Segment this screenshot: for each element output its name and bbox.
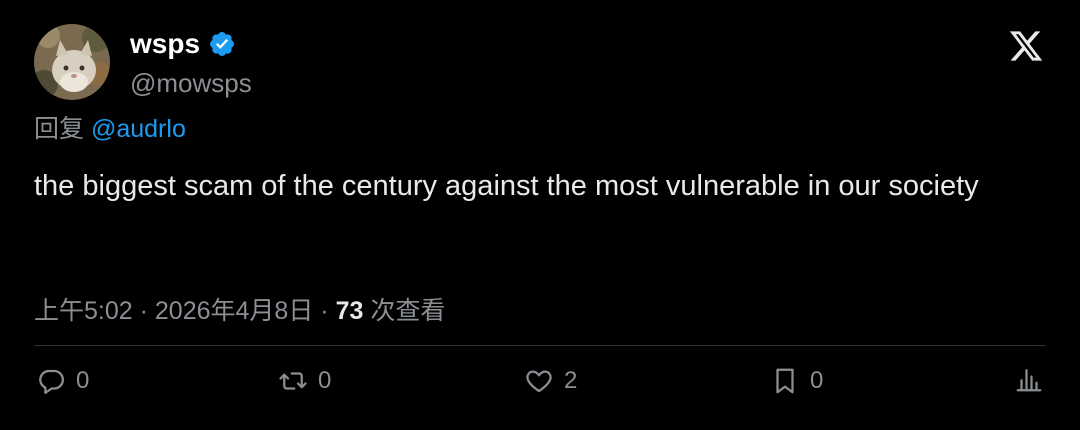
author-name-row[interactable]: wsps [130, 26, 236, 62]
repost-count: 0 [318, 367, 332, 394]
cat-avatar-image [34, 24, 110, 100]
reply-icon [39, 369, 64, 394]
meta-separator: · [139, 297, 148, 325]
views-count: 73 [335, 297, 364, 325]
analytics-icon [1016, 369, 1042, 392]
tweet-meta: 上午5:02 · 2026年4月8日 · 73 次查看 [34, 294, 445, 328]
views-label: 次查看 [370, 297, 446, 325]
tweet-time[interactable]: 上午5:02 [34, 297, 133, 325]
bookmark-icon [776, 368, 794, 394]
repost-button[interactable]: 0 [278, 364, 331, 398]
tweet-text: the biggest scam of the century against … [34, 170, 979, 202]
like-count: 2 [564, 367, 578, 394]
bookmark-button[interactable]: 0 [770, 364, 823, 398]
analytics-button[interactable] [1014, 364, 1044, 394]
divider [34, 345, 1046, 346]
reply-prefix: 回复 [34, 115, 85, 143]
reply-mention-link[interactable]: @audrlo [91, 115, 186, 143]
like-button[interactable]: 2 [524, 364, 577, 398]
verified-badge-icon [210, 32, 234, 56]
x-logo-icon[interactable] [1008, 28, 1044, 64]
meta-separator: · [320, 297, 329, 325]
heart-icon [526, 370, 552, 393]
author-handle[interactable]: @mowsps [130, 66, 252, 100]
reply-to-line: 回复 @audrlo [34, 112, 186, 146]
reply-count: 0 [76, 367, 90, 394]
tweet-date[interactable]: 2026年4月8日 [155, 297, 313, 325]
reply-button[interactable]: 0 [36, 364, 89, 398]
repost-icon [279, 372, 307, 390]
display-name[interactable]: wsps [130, 26, 200, 62]
avatar[interactable] [34, 24, 110, 100]
bookmark-count: 0 [810, 367, 824, 394]
